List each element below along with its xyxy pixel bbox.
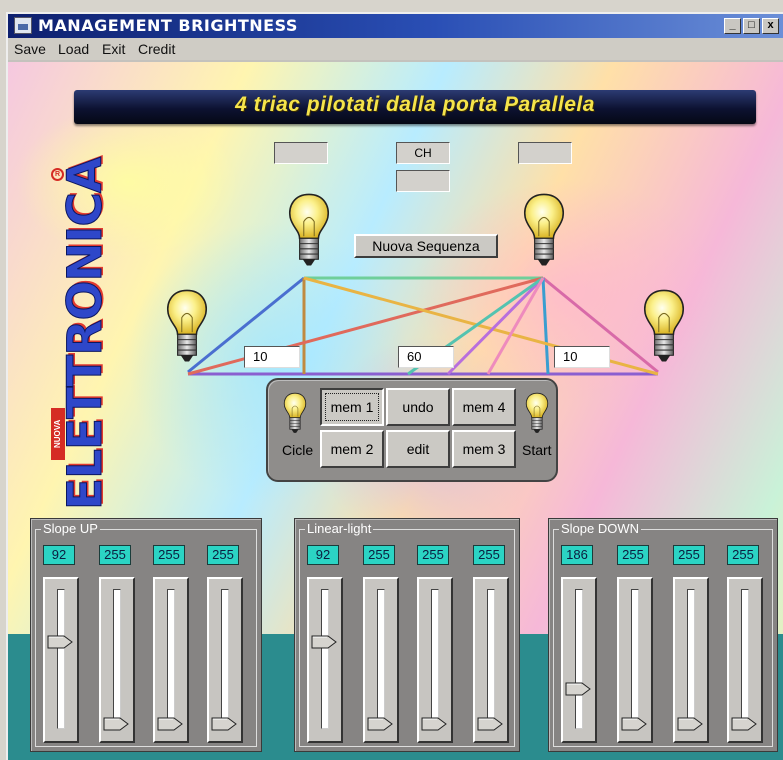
memory-panel: Cicle mem 1 undo mem 4 mem 2 edit mem 3 … xyxy=(266,378,558,482)
linear-light-title: Linear-light xyxy=(305,521,374,536)
slider-track xyxy=(631,589,639,729)
slope-up-group: Slope UP 92 255 255 255 xyxy=(30,518,262,752)
slider-thumb[interactable] xyxy=(421,717,447,731)
brightness-slider[interactable] xyxy=(307,577,343,743)
slider-value-field[interactable]: 255 xyxy=(473,545,505,565)
minimize-button[interactable]: _ xyxy=(724,18,741,34)
menu-load[interactable]: Load xyxy=(58,41,89,57)
slider-value-field[interactable]: 186 xyxy=(561,545,593,565)
start-bulb-icon[interactable] xyxy=(524,392,550,434)
mem-1-button[interactable]: mem 1 xyxy=(320,388,384,426)
slider-thumb[interactable] xyxy=(157,717,183,731)
maximize-button[interactable]: □ xyxy=(743,18,760,34)
timing-center-field[interactable]: 60 xyxy=(398,346,454,368)
edit-button[interactable]: edit xyxy=(386,430,450,468)
slider-value-field[interactable]: 255 xyxy=(417,545,449,565)
undo-button[interactable]: undo xyxy=(386,388,450,426)
focus-ring xyxy=(325,393,379,421)
brightness-slider[interactable] xyxy=(207,577,243,743)
menu-exit[interactable]: Exit xyxy=(102,41,125,57)
slider-thumb[interactable] xyxy=(47,635,73,649)
brightness-slider[interactable] xyxy=(417,577,453,743)
menu-bar: Save Load Exit Credit xyxy=(8,38,783,60)
brightness-slider[interactable] xyxy=(673,577,709,743)
slider-track xyxy=(687,589,695,729)
slider-track xyxy=(487,589,495,729)
slider-track xyxy=(741,589,749,729)
light-bulb-icon xyxy=(523,193,565,267)
slider-value-field[interactable]: 255 xyxy=(617,545,649,565)
close-button[interactable]: x xyxy=(762,18,779,34)
brightness-slider[interactable] xyxy=(363,577,399,743)
light-bulb-icon xyxy=(643,289,685,363)
slider-track xyxy=(113,589,121,729)
new-sequence-button[interactable]: Nuova Sequenza xyxy=(354,234,498,258)
slider-track xyxy=(167,589,175,729)
slider-thumb[interactable] xyxy=(367,717,393,731)
slider-track xyxy=(57,589,65,729)
brightness-slider[interactable] xyxy=(473,577,509,743)
brightness-slider[interactable] xyxy=(153,577,189,743)
slider-thumb[interactable] xyxy=(311,635,337,649)
menu-save[interactable]: Save xyxy=(14,41,46,57)
slider-value-field[interactable]: 255 xyxy=(673,545,705,565)
mem-3-button[interactable]: mem 3 xyxy=(452,430,516,468)
window-title: MANAGEMENT BRIGHTNESS xyxy=(38,16,298,35)
slider-track xyxy=(377,589,385,729)
slider-value-field[interactable]: 255 xyxy=(363,545,395,565)
slider-track xyxy=(575,589,583,729)
slider-value-field[interactable]: 255 xyxy=(727,545,759,565)
slider-value-field[interactable]: 255 xyxy=(153,545,185,565)
slider-track xyxy=(431,589,439,729)
light-bulb-icon xyxy=(288,193,330,267)
brightness-slider[interactable] xyxy=(727,577,763,743)
mem-4-button[interactable]: mem 4 xyxy=(452,388,516,426)
cycle-bulb-icon[interactable] xyxy=(282,392,308,434)
brightness-slider[interactable] xyxy=(561,577,597,743)
slider-value-field[interactable]: 92 xyxy=(307,545,339,565)
mem-2-button[interactable]: mem 2 xyxy=(320,430,384,468)
menu-credit[interactable]: Credit xyxy=(138,41,175,57)
brightness-slider[interactable] xyxy=(99,577,135,743)
app-window: MANAGEMENT BRIGHTNESS _ □ x Save Load Ex… xyxy=(6,12,783,760)
slider-thumb[interactable] xyxy=(477,717,503,731)
slider-thumb[interactable] xyxy=(103,717,129,731)
main-canvas: 4 triac pilotati dalla porta Parallela E… xyxy=(8,62,783,760)
timing-left-field[interactable]: 10 xyxy=(244,346,300,368)
light-bulb-icon xyxy=(166,289,208,363)
slider-thumb[interactable] xyxy=(565,682,591,696)
slope-down-title: Slope DOWN xyxy=(559,521,642,536)
slider-value-field[interactable]: 255 xyxy=(207,545,239,565)
title-bar: MANAGEMENT BRIGHTNESS _ □ x xyxy=(8,14,783,38)
slider-value-field[interactable]: 92 xyxy=(43,545,75,565)
slider-thumb[interactable] xyxy=(677,717,703,731)
slider-value-field[interactable]: 255 xyxy=(99,545,131,565)
cycle-label[interactable]: Cicle xyxy=(282,442,313,458)
slider-thumb[interactable] xyxy=(621,717,647,731)
slider-thumb[interactable] xyxy=(211,717,237,731)
app-icon[interactable] xyxy=(14,17,32,34)
slider-track xyxy=(321,589,329,729)
slider-thumb[interactable] xyxy=(731,717,757,731)
brightness-slider[interactable] xyxy=(43,577,79,743)
brightness-slider[interactable] xyxy=(617,577,653,743)
slider-track xyxy=(221,589,229,729)
slope-up-title: Slope UP xyxy=(41,521,100,536)
slope-down-group: Slope DOWN 186 255 255 255 xyxy=(548,518,778,752)
start-label[interactable]: Start xyxy=(522,442,552,458)
timing-right-field[interactable]: 10 xyxy=(554,346,610,368)
linear-light-group: Linear-light 92 255 255 255 xyxy=(294,518,520,752)
